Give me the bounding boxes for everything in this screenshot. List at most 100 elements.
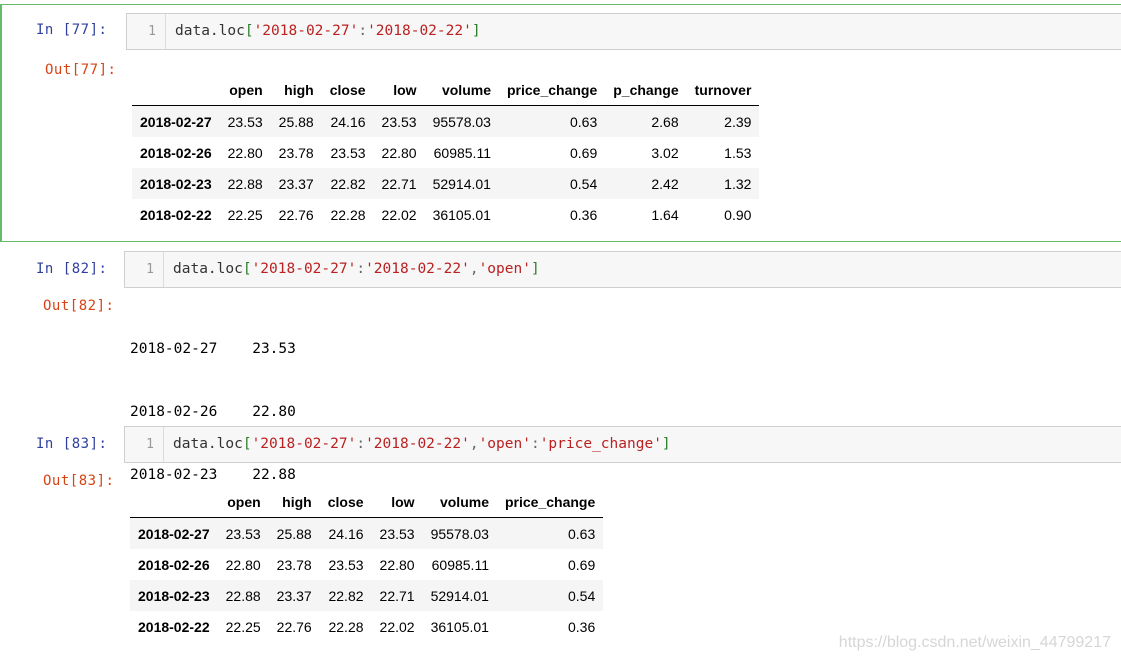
out-prompt: Out[82]: bbox=[43, 298, 115, 314]
code-close-bracket: ] bbox=[661, 436, 671, 452]
code-prefix: data.loc bbox=[173, 261, 243, 277]
column-header: volume bbox=[422, 486, 497, 518]
in-prompt: In [83]: bbox=[36, 436, 108, 452]
table-cell: 2.39 bbox=[724, 113, 752, 130]
table-row: 2018-02-26 22.80 23.78 23.53 22.80 60985… bbox=[130, 549, 603, 580]
row-index: 2018-02-23 bbox=[138, 587, 210, 604]
code-colon: : bbox=[356, 436, 366, 452]
column-header: close bbox=[319, 486, 372, 518]
table-header-row: open high close low volume price_change … bbox=[132, 74, 760, 106]
row-index: 2018-02-26 bbox=[138, 556, 210, 573]
column-header: price_change bbox=[496, 486, 604, 518]
code-comma: , bbox=[469, 436, 479, 452]
out-prompt: Out[83]: bbox=[43, 473, 115, 489]
in-prompt: In [77]: bbox=[36, 22, 108, 38]
table-cell: 0.63 bbox=[570, 113, 598, 130]
code-arg-end: '2018-02-22' bbox=[367, 23, 472, 39]
table-cell: 0.54 bbox=[568, 587, 596, 604]
notebook-cell-82[interactable]: In [82]: 1 data.loc['2018-02-27':'2018-0… bbox=[0, 245, 1121, 609]
series-line: 2018-02-27 23.53 bbox=[130, 341, 296, 357]
table-header-row: open high close low volume price_change bbox=[130, 486, 604, 518]
table-cell: 22.80 bbox=[379, 556, 415, 573]
code-open-bracket: [ bbox=[244, 23, 254, 39]
table-cell: 95578.03 bbox=[430, 525, 489, 542]
code-arg-column: 'open' bbox=[478, 261, 531, 277]
row-index: 2018-02-23 bbox=[140, 175, 212, 192]
code-input[interactable]: 1 data.loc['2018-02-27':'2018-02-22','op… bbox=[124, 251, 1121, 288]
table-cell: 22.71 bbox=[379, 587, 415, 604]
table-cell: 0.63 bbox=[568, 525, 596, 542]
code-arg-start: '2018-02-27' bbox=[253, 23, 359, 39]
table-cell: 22.80 bbox=[381, 144, 417, 161]
code-input[interactable]: 1 data.loc['2018-02-27':'2018-02-22'] bbox=[126, 13, 1121, 50]
code-prefix: data.loc bbox=[173, 436, 243, 452]
column-header bbox=[132, 74, 220, 106]
table-cell: 3.02 bbox=[651, 144, 679, 161]
table-cell: 23.53 bbox=[328, 556, 364, 573]
table-row: 2018-02-26 22.80 23.78 23.53 22.80 60985… bbox=[132, 137, 759, 168]
dataframe-output: open high close low volume price_change … bbox=[130, 486, 604, 642]
code-text[interactable]: data.loc['2018-02-27':'2018-02-22','open… bbox=[173, 252, 540, 287]
table-cell: 23.53 bbox=[381, 113, 417, 130]
table-cell: 36105.01 bbox=[430, 618, 489, 635]
code-open-bracket: [ bbox=[242, 436, 252, 452]
column-header: high bbox=[270, 74, 322, 106]
column-header: volume bbox=[424, 74, 499, 106]
code-arg-column-start: 'open' bbox=[478, 436, 531, 452]
code-open-bracket: [ bbox=[242, 261, 252, 277]
table-cell: 23.53 bbox=[379, 525, 415, 542]
table-cell: 22.80 bbox=[225, 556, 261, 573]
table-cell: 0.69 bbox=[570, 144, 598, 161]
table-cell: 22.71 bbox=[381, 175, 417, 192]
column-header bbox=[130, 486, 218, 518]
table-cell: 23.78 bbox=[278, 144, 314, 161]
column-header: high bbox=[268, 486, 320, 518]
table-cell: 25.88 bbox=[276, 525, 312, 542]
watermark-text: https://blog.csdn.net/weixin_44799217 bbox=[838, 634, 1111, 651]
row-index: 2018-02-27 bbox=[138, 525, 210, 542]
notebook-cell-83[interactable]: In [83]: 1 data.loc['2018-02-27':'2018-0… bbox=[0, 420, 1121, 662]
table-cell: 2.68 bbox=[651, 113, 679, 130]
line-number: 1 bbox=[127, 14, 166, 49]
column-header: turnover bbox=[686, 74, 760, 106]
code-text[interactable]: data.loc['2018-02-27':'2018-02-22'] bbox=[175, 14, 481, 49]
line-number: 1 bbox=[125, 252, 164, 287]
table-cell: 52914.01 bbox=[430, 587, 489, 604]
table-cell: 23.53 bbox=[225, 525, 261, 542]
code-text[interactable]: data.loc['2018-02-27':'2018-02-22','open… bbox=[173, 427, 671, 462]
table-cell: 1.64 bbox=[651, 206, 679, 223]
code-input[interactable]: 1 data.loc['2018-02-27':'2018-02-22','op… bbox=[124, 426, 1121, 463]
table-cell: 22.88 bbox=[227, 175, 263, 192]
column-header: p_change bbox=[605, 74, 687, 106]
table-row: 2018-02-27 23.53 25.88 24.16 23.53 95578… bbox=[130, 517, 604, 549]
dataframe-output: open high close low volume price_change … bbox=[132, 74, 760, 230]
code-colon: : bbox=[530, 436, 540, 452]
code-close-bracket: ] bbox=[530, 261, 540, 277]
table-cell: 2.42 bbox=[651, 175, 679, 192]
row-index: 2018-02-22 bbox=[140, 206, 212, 223]
code-arg-column-end: 'price_change' bbox=[539, 436, 662, 452]
column-header: price_change bbox=[498, 74, 606, 106]
column-header: low bbox=[371, 486, 423, 518]
out-prompt: Out[77]: bbox=[45, 62, 117, 78]
column-header: close bbox=[321, 74, 374, 106]
table-cell: 23.53 bbox=[227, 113, 263, 130]
table-cell: 22.02 bbox=[379, 618, 415, 635]
code-arg-start: '2018-02-27' bbox=[251, 436, 357, 452]
table-cell: 22.80 bbox=[227, 144, 263, 161]
notebook-cell-77[interactable]: In [77]: 1 data.loc['2018-02-27':'2018-0… bbox=[0, 4, 1121, 242]
row-index: 2018-02-22 bbox=[138, 618, 210, 635]
table-cell: 0.90 bbox=[724, 206, 752, 223]
table-cell: 23.78 bbox=[276, 556, 312, 573]
table-row: 2018-02-23 22.88 23.37 22.82 22.71 52914… bbox=[130, 580, 604, 611]
notebook-page: In [77]: 1 data.loc['2018-02-27':'2018-0… bbox=[0, 0, 1121, 662]
column-header: open bbox=[217, 486, 269, 518]
table-cell: 60985.11 bbox=[431, 556, 489, 573]
code-comma: , bbox=[469, 261, 479, 277]
table-cell: 23.37 bbox=[276, 587, 312, 604]
table-row: 2018-02-23 22.88 23.37 22.82 22.71 52914… bbox=[132, 168, 760, 199]
table-cell: 22.28 bbox=[328, 618, 364, 635]
code-arg-end: '2018-02-22' bbox=[365, 436, 470, 452]
table-cell: 95578.03 bbox=[432, 113, 491, 130]
code-colon: : bbox=[358, 23, 368, 39]
